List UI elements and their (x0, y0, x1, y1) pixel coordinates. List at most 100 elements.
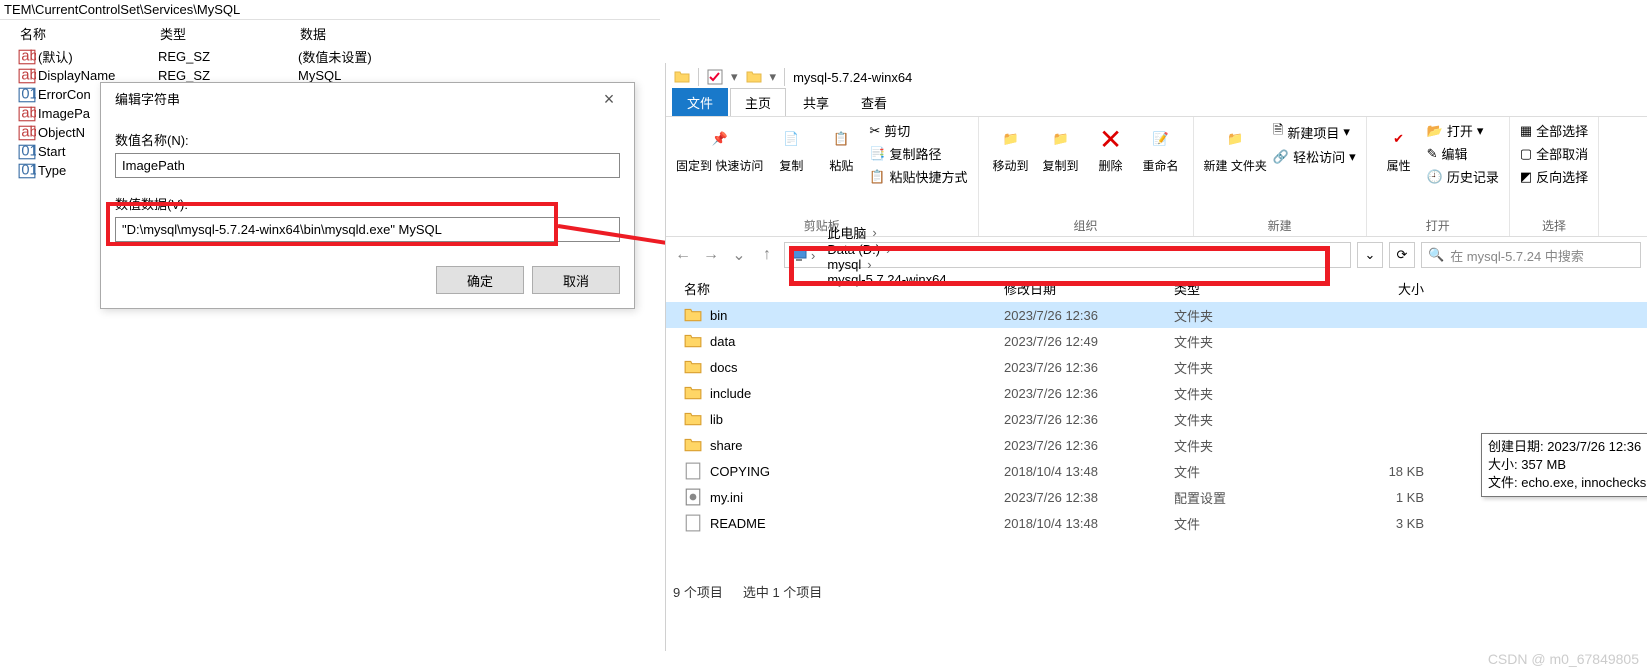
folder-icon (684, 436, 702, 454)
pc-icon (791, 247, 807, 263)
edit-icon: ✎ (1427, 146, 1438, 162)
window-title: mysql-5.7.24-winx64 (793, 70, 912, 85)
ok-button[interactable]: 确定 (436, 266, 524, 294)
copy-to-button[interactable]: 📁复制到 (1039, 121, 1083, 173)
dialog-title: 编辑字符串 (115, 89, 180, 108)
value-data-input[interactable] (115, 217, 620, 242)
registry-headers: 名称 类型 数据 (0, 19, 660, 47)
folder-icon (746, 69, 762, 85)
string-value-icon: ab (18, 106, 36, 122)
copy-button[interactable]: 📄复制 (769, 121, 813, 173)
nav-row: ← → ⌄ ↑ › 此电脑Data (D:)mysqlmysql-5.7.24-… (666, 237, 1647, 273)
col-data[interactable]: 数据 (300, 24, 326, 43)
cut-button[interactable]: ✂剪切 (869, 121, 967, 140)
rename-button[interactable]: 📝重命名 (1139, 121, 1183, 173)
invert-selection-button[interactable]: ◩反向选择 (1520, 167, 1588, 186)
invert-icon: ◩ (1520, 169, 1532, 185)
col-type[interactable]: 类型 (160, 24, 300, 43)
properties-button[interactable]: ✔属性 (1377, 121, 1421, 173)
string-value-icon: ab (18, 49, 36, 65)
back-button[interactable]: ← (672, 246, 694, 264)
close-icon[interactable]: × (594, 92, 624, 106)
group-organize: 组织 (1074, 217, 1098, 234)
search-icon: 🔍 (1428, 247, 1444, 263)
svg-text:ab: ab (21, 48, 36, 64)
easy-access-button[interactable]: 🔗轻松访问 ▾ (1273, 147, 1356, 166)
col-type[interactable]: 类型 (1174, 279, 1324, 298)
folder-icon (684, 332, 702, 350)
move-to-button[interactable]: 📁移动到 (989, 121, 1033, 173)
group-new: 新建 (1268, 217, 1292, 234)
breadcrumb[interactable]: 此电脑 (819, 223, 960, 242)
ini-icon (684, 488, 702, 506)
copy-path-button[interactable]: 📑复制路径 (869, 144, 967, 163)
search-input[interactable]: 🔍 在 mysql-5.7.24 中搜索 (1421, 242, 1641, 268)
file-row[interactable]: data2023/7/26 12:49文件夹 (666, 328, 1647, 354)
history-icon: 🕘 (1427, 169, 1443, 185)
svg-text:ab: ab (21, 105, 36, 121)
file-row[interactable]: README2018/10/4 13:48文件3 KB (666, 510, 1647, 536)
refresh-button[interactable]: ⟳ (1389, 242, 1415, 268)
open-button[interactable]: 📂打开 ▾ (1427, 121, 1499, 140)
tab-share[interactable]: 共享 (788, 88, 844, 116)
binary-value-icon: 011 (18, 163, 36, 179)
svg-text:011: 011 (21, 162, 36, 178)
file-row[interactable]: include2023/7/26 12:36文件夹 (666, 380, 1647, 406)
select-none-button[interactable]: ▢全部取消 (1520, 144, 1588, 163)
search-placeholder: 在 mysql-5.7.24 中搜索 (1450, 246, 1584, 265)
registry-row[interactable]: ab (默认)REG_SZ(数值未设置) (18, 47, 660, 66)
string-value-icon: ab (18, 125, 36, 141)
ribbon-tabs: 文件 主页 共享 查看 (666, 91, 1647, 117)
new-item-button[interactable]: 🗎新建项目 ▾ (1273, 121, 1356, 143)
address-bar[interactable]: › 此电脑Data (D:)mysqlmysql-5.7.24-winx64 (784, 242, 1351, 268)
binary-value-icon: 011 (18, 144, 36, 160)
recent-dropdown[interactable]: ⌄ (728, 245, 750, 265)
file-row[interactable]: docs2023/7/26 12:36文件夹 (666, 354, 1647, 380)
tab-home[interactable]: 主页 (730, 88, 786, 116)
file-explorer: ▾ ▾ mysql-5.7.24-winx64 文件 主页 共享 查看 📌固定到… (665, 63, 1647, 651)
new-folder-button[interactable]: 📁新建 文件夹 (1204, 121, 1267, 173)
file-icon (684, 514, 702, 532)
group-select: 选择 (1542, 217, 1566, 234)
value-name-label: 数值名称(N): (115, 130, 620, 149)
folder-icon (684, 384, 702, 402)
up-button[interactable]: ↑ (756, 246, 778, 264)
selected-count: 选中 1 个项目 (743, 582, 822, 601)
titlebar: ▾ ▾ mysql-5.7.24-winx64 (666, 63, 1647, 91)
folder-icon (684, 410, 702, 428)
delete-button[interactable]: ✕删除 (1089, 121, 1133, 173)
svg-text:011: 011 (21, 86, 36, 102)
value-name-input[interactable] (115, 153, 620, 178)
shortcut-icon: 📋 (869, 169, 885, 185)
open-icon: 📂 (1427, 123, 1443, 139)
cancel-button[interactable]: 取消 (532, 266, 620, 294)
history-button[interactable]: 🕘历史记录 (1427, 167, 1499, 186)
dropdown-button[interactable]: ⌄ (1357, 242, 1383, 268)
col-name[interactable]: 名称 (20, 24, 160, 43)
breadcrumb[interactable]: mysql-5.7.24-winx64 (819, 272, 960, 287)
breadcrumb[interactable]: mysql (819, 257, 960, 272)
folder-icon (674, 69, 690, 85)
registry-path: TEM\CurrentControlSet\Services\MySQL (0, 0, 660, 19)
paste-shortcut-button[interactable]: 📋粘贴快捷方式 (869, 167, 967, 186)
checkbox-icon[interactable] (707, 69, 723, 85)
file-row[interactable]: bin2023/7/26 12:36文件夹 (666, 302, 1647, 328)
group-open: 打开 (1426, 217, 1450, 234)
col-size[interactable]: 大小 (1324, 279, 1424, 298)
file-icon (684, 462, 702, 480)
breadcrumb[interactable]: Data (D:) (819, 242, 960, 257)
file-row[interactable]: lib2023/7/26 12:36文件夹 (666, 406, 1647, 432)
string-value-icon: ab (18, 68, 36, 84)
edit-button[interactable]: ✎编辑 (1427, 144, 1499, 163)
col-date[interactable]: 修改日期 (1004, 279, 1174, 298)
select-all-button[interactable]: ▦全部选择 (1520, 121, 1588, 140)
pin-button[interactable]: 📌固定到 快速访问 (676, 121, 763, 173)
ribbon: 📌固定到 快速访问 📄复制 📋粘贴 ✂剪切 📑复制路径 📋粘贴快捷方式 剪贴板 … (666, 117, 1647, 237)
new-item-icon: 🗎 (1273, 121, 1283, 143)
forward-button[interactable]: → (700, 246, 722, 264)
tab-view[interactable]: 查看 (846, 88, 902, 116)
select-all-icon: ▦ (1520, 123, 1532, 139)
paste-button[interactable]: 📋粘贴 (819, 121, 863, 173)
edit-string-dialog: 编辑字符串 × 数值名称(N): 数值数据(V): 确定 取消 (100, 82, 635, 309)
tab-file[interactable]: 文件 (672, 88, 728, 116)
